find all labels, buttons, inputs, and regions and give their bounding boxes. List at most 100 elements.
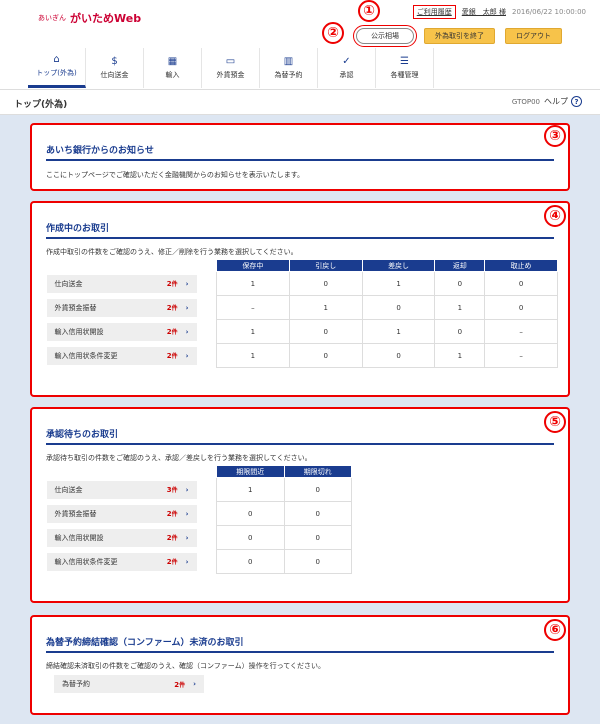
confirm-desc: 締結確認未済取引の件数をご確認のうえ、確認（コンファーム）操作を行ってください。 (46, 662, 326, 670)
column-header: 期限切れ (283, 465, 352, 478)
row-count: 2件 (167, 327, 178, 336)
confirm-row-button[interactable]: 為替予約 2件 › (54, 675, 204, 693)
chevron-right-icon: › (185, 351, 189, 360)
cell: 0 (283, 525, 352, 550)
count-unit: 件 (171, 511, 178, 518)
nav-top[interactable]: ⌂ トップ(外為) (28, 48, 86, 88)
drafts-rule (46, 237, 554, 239)
count-unit: 件 (171, 281, 178, 289)
nav-label: トップ(外為) (36, 69, 77, 77)
remittance-icon: $ (111, 55, 118, 67)
nav-label: 各種管理 (390, 70, 419, 79)
cell: 0 (288, 319, 363, 344)
cell: 0 (361, 343, 436, 368)
row-count: 2件 (167, 557, 178, 566)
annotation-badge-2: ② (322, 22, 344, 44)
row-header-spacer (46, 259, 217, 272)
table-row: 輸入信用状条件変更 2件 › 0 0 (46, 549, 352, 574)
table-header-row: 保存中 引戻し 差戻し 返却 取止め (46, 259, 558, 272)
column-header: 期限間近 (216, 465, 285, 478)
column-header: 返却 (434, 259, 486, 272)
cell: 0 (283, 501, 352, 526)
chevron-right-icon: › (185, 327, 189, 336)
annotation-badge-1: ① (358, 0, 380, 22)
nav-label: 輸入 (165, 70, 180, 79)
help-icon: ? (571, 96, 582, 107)
drafts-row-button[interactable]: 外貨預金振替 2件 › (46, 298, 197, 317)
row-count: 2件 (174, 680, 185, 689)
cell: – (484, 343, 558, 368)
approvals-row-button[interactable]: 輸入信用状開設 2件 › (46, 528, 197, 547)
row-head: 仕向送金 2件 › (46, 272, 217, 296)
datetime: 2016/06/22 10:00:00 (511, 8, 586, 16)
cell: 0 (484, 295, 558, 320)
drafts-row-button[interactable]: 輸入信用状条件変更 2件 › (46, 346, 197, 365)
logo[interactable]: あいぎん がいためWeb (38, 10, 141, 26)
drafts-row-button[interactable]: 仕向送金 2件 › (46, 274, 197, 293)
row-name: 外貨預金振替 (54, 303, 97, 312)
content-area: あいち銀行からのお知らせ ここにトップページでご確認いただく金融機関からのお知ら… (0, 115, 600, 724)
cell: 1 (216, 343, 290, 368)
approvals-desc: 承認待ち取引の件数をご確認のうえ、承認／差戻しを行う業務を選択してください。 (46, 454, 312, 462)
row-count: 2件 (167, 509, 178, 518)
main-nav: ⌂ トップ(外為) $ 仕向送金 ▦ 輸入 ▭ 外貨預金 ▥ 為替予約 ✓ 承認… (28, 48, 434, 88)
row-count: 2件 (167, 351, 178, 360)
notice-desc: ここにトップページでご確認いただく金融機関からのお知らせを表示いたします。 (46, 171, 305, 179)
cell: 1 (216, 319, 290, 344)
drafts-row-button[interactable]: 輸入信用状開設 2件 › (46, 322, 197, 341)
chevron-right-icon: › (185, 509, 189, 518)
approvals-rule (46, 443, 554, 445)
nav-deposit[interactable]: ▭ 外貨預金 (202, 48, 260, 88)
approvals-row-button[interactable]: 仕向送金 3件 › (46, 480, 197, 499)
help-link[interactable]: ヘルプ ? (544, 96, 582, 107)
cell: 1 (434, 295, 486, 320)
public-rate-button[interactable]: 公示相場 (353, 25, 417, 47)
annotation-badge-6: ⑥ (544, 619, 566, 641)
row-head: 外貨預金振替 2件 › (46, 502, 217, 526)
count-unit: 件 (171, 305, 178, 312)
approvals-card: 承認待ちのお取引 承認待ち取引の件数をご確認のうえ、承認／差戻しを行う業務を選択… (30, 407, 570, 603)
nav-import[interactable]: ▦ 輸入 (144, 48, 202, 88)
nav-remittance[interactable]: $ 仕向送金 (86, 48, 144, 88)
cell: 1 (288, 295, 363, 320)
chevron-right-icon: › (185, 303, 189, 312)
row-name: 仕向送金 (54, 279, 83, 288)
management-icon: ☰ (400, 55, 409, 67)
drafts-title: 作成中のお取引 (46, 224, 110, 234)
cell: 0 (361, 295, 436, 320)
cell: – (484, 319, 558, 344)
row-head: 輸入信用状条件変更 2件 › (46, 550, 217, 574)
row-head: 輸入信用状条件変更 2件 › (46, 344, 217, 368)
table-header-row: 期限間近 期限切れ (46, 465, 352, 478)
cell: – (216, 295, 290, 320)
cell: 0 (283, 549, 352, 574)
table-row: 輸入信用状開設 2件 › 1 0 1 0 – (46, 319, 558, 344)
drafts-card: 作成中のお取引 作成中取引の件数をご確認のうえ、修正／削除を行う業務を選択してく… (30, 201, 570, 397)
nav-forex-reserve[interactable]: ▥ 為替予約 (260, 48, 318, 88)
approvals-row-button[interactable]: 輸入信用状条件変更 2件 › (46, 552, 197, 571)
table-row: 仕向送金 2件 › 1 0 1 0 0 (46, 271, 558, 296)
chevron-right-icon: › (193, 680, 196, 688)
row-head: 外貨預金振替 2件 › (46, 296, 217, 320)
row-count: 3件 (167, 485, 178, 494)
approvals-row-button[interactable]: 外貨預金振替 2件 › (46, 504, 197, 523)
page-title: トップ(外為) (14, 100, 68, 110)
cell: 1 (361, 319, 436, 344)
row-name: 輸入信用状開設 (54, 533, 104, 542)
usage-history-link[interactable]: ご利用履歴 (412, 5, 456, 19)
count-unit: 件 (171, 353, 178, 360)
cell: 0 (216, 525, 285, 550)
cell: 0 (283, 477, 352, 502)
notice-title: あいち銀行からのお知らせ (46, 146, 154, 156)
row-name: 仕向送金 (54, 485, 83, 494)
annotation-badge-5: ⑤ (544, 411, 566, 433)
logout-button[interactable]: ログアウト (505, 28, 562, 44)
nav-management[interactable]: ☰ 各種管理 (376, 48, 434, 88)
end-forex-button[interactable]: 外為取引を終了 (424, 28, 495, 44)
count-unit: 件 (171, 559, 178, 566)
chevron-right-icon: › (185, 485, 189, 494)
approval-icon: ✓ (342, 55, 351, 67)
count-unit: 件 (171, 487, 178, 495)
table-row: 輸入信用状開設 2件 › 0 0 (46, 525, 352, 550)
nav-approval[interactable]: ✓ 承認 (318, 48, 376, 88)
